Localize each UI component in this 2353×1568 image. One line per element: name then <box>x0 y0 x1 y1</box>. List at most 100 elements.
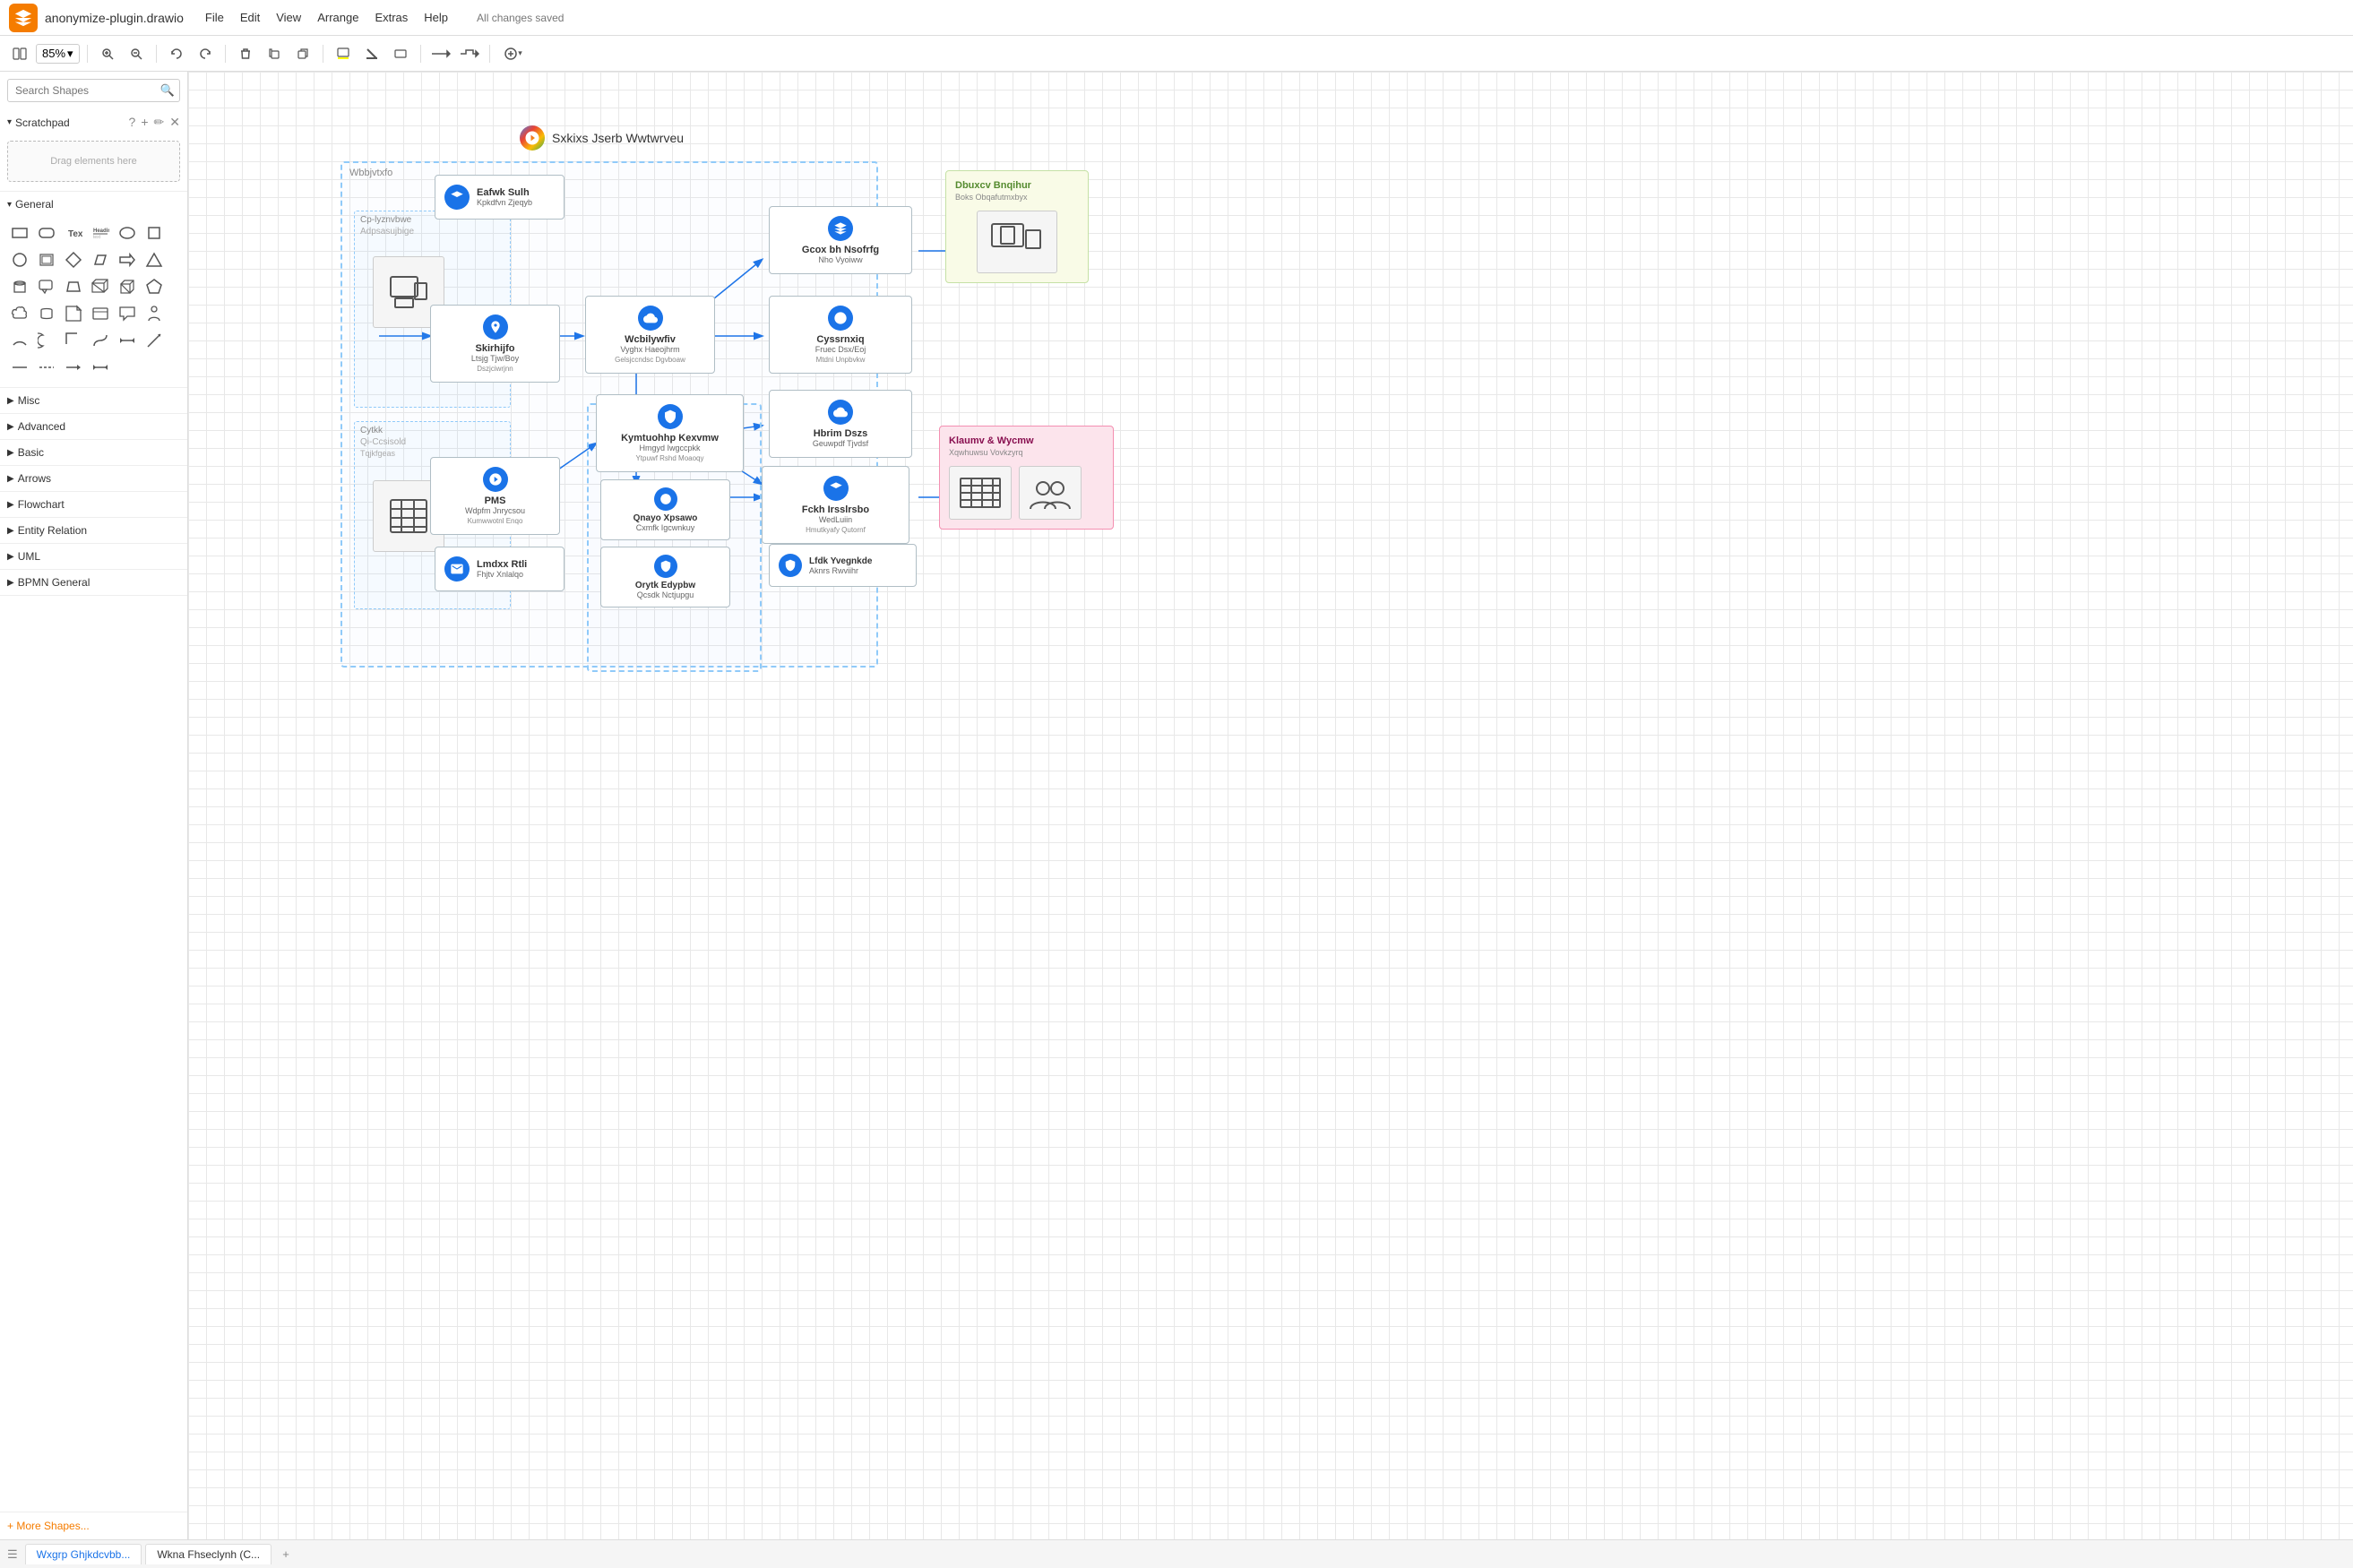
node-pms-icon <box>483 467 508 492</box>
shape-cube[interactable] <box>115 274 140 299</box>
misc-section-header[interactable]: ▶ Misc <box>0 388 187 413</box>
shape-rect-3d[interactable] <box>88 274 113 299</box>
canvas[interactable]: Sxkixs Jserb Wwtwrveu Wbbjvtxfo Cp-lyznv… <box>188 72 2353 1539</box>
node-skirhijfo-icon <box>483 314 508 340</box>
separator-5 <box>420 45 421 63</box>
entity-relation-section-header[interactable]: ▶ Entity Relation <box>0 518 187 543</box>
connection-style-btn[interactable] <box>428 41 453 66</box>
node-cyssrnxiq[interactable]: Cyssrnxiq Fruec Dsx/Eoj Mtdni Unpbvkw <box>769 296 912 374</box>
shape-arc[interactable] <box>7 328 32 353</box>
style-btn[interactable] <box>388 41 413 66</box>
tab-1[interactable]: Wxgrp Ghjkdcvbb... <box>25 1544 142 1564</box>
fill-color-btn[interactable] <box>331 41 356 66</box>
shape-diagonal-arrow[interactable] <box>142 328 167 353</box>
node-fckh[interactable]: Fckh Irsslrsbo WedLuiin Hmutkyafy Qutorn… <box>762 466 909 544</box>
shape-person[interactable] <box>142 301 167 326</box>
node-wcbilywfiv[interactable]: Wcbilywfiv Vyghx Haeojhrm Gelsjccndsc Dg… <box>585 296 715 374</box>
shape-callout[interactable] <box>34 274 59 299</box>
node-pms[interactable]: PMS Wdpfm Jnrycsou Kumwwotnl Enqo <box>430 457 560 535</box>
node-lmdxx-subtitle: Fhjtv Xnlalqo <box>477 570 527 579</box>
copy-btn[interactable] <box>262 41 287 66</box>
shape-pentagon[interactable] <box>142 274 167 299</box>
menu-arrange[interactable]: Arrange <box>310 7 366 28</box>
basic-section-header[interactable]: ▶ Basic <box>0 440 187 465</box>
shape-rounded-rect[interactable] <box>34 220 59 246</box>
shape-arrow-right[interactable] <box>115 247 140 272</box>
scratchpad-help-icon[interactable]: ? <box>129 115 136 130</box>
node-eafwk-subtitle: Kpkdfvn Zjeqyb <box>477 198 532 207</box>
shape-square[interactable] <box>142 220 167 246</box>
node-qnayo[interactable]: Qnayo Xpsawo Cxmfk Igcwnkuy <box>600 479 730 540</box>
shape-triangle[interactable] <box>142 247 167 272</box>
arrows-section-header[interactable]: ▶ Arrows <box>0 466 187 491</box>
shape-parallelogram[interactable] <box>88 247 113 272</box>
shape-text[interactable]: Text <box>61 220 86 246</box>
tab-add-btn[interactable]: + <box>275 1544 297 1565</box>
menu-view[interactable]: View <box>269 7 308 28</box>
shape-circle[interactable] <box>7 247 32 272</box>
paste-btn[interactable] <box>290 41 315 66</box>
shape-line[interactable] <box>7 355 32 380</box>
sidebar-toggle-btn[interactable] <box>7 41 32 66</box>
node-kymtuohhp[interactable]: Kymtuohhp Kexvmw Hmgyd Iwgccpkk Ytpuwf R… <box>596 394 744 472</box>
zoom-in-btn[interactable] <box>95 41 120 66</box>
zoom-out-btn[interactable] <box>124 41 149 66</box>
redo-btn[interactable] <box>193 41 218 66</box>
tab-2[interactable]: Wkna Fhseclynh (C... <box>145 1544 272 1564</box>
shape-heading[interactable]: Headingtext <box>88 220 113 246</box>
shape-comment[interactable] <box>115 301 140 326</box>
flowchart-section-header[interactable]: ▶ Flowchart <box>0 492 187 517</box>
shape-crescent[interactable] <box>34 328 59 353</box>
zoom-selector[interactable]: 85% ▾ <box>36 44 80 64</box>
green-box-label: Dbuxcv Bnqihur <box>955 180 1079 191</box>
canvas-container[interactable]: Sxkixs Jserb Wwtwrveu Wbbjvtxfo Cp-lyznv… <box>188 72 2353 1539</box>
menu-edit[interactable]: Edit <box>233 7 267 28</box>
menu-file[interactable]: File <box>198 7 231 28</box>
node-orytk-title: Orytk Edypbw <box>635 581 695 590</box>
shape-note[interactable] <box>61 301 86 326</box>
node-hbrim[interactable]: Hbrim Dszs Geuwpdf Tjvdsf <box>769 390 912 458</box>
advanced-section-header[interactable]: ▶ Advanced <box>0 414 187 439</box>
menu-help[interactable]: Help <box>417 7 455 28</box>
shape-cylinder[interactable] <box>7 274 32 299</box>
node-orytk[interactable]: Orytk Edypbw Qcsdk Nctjupgu <box>600 547 730 607</box>
shape-ellipse[interactable] <box>115 220 140 246</box>
node-eafwk-sulh[interactable]: Eafwk Sulh Kpkdfvn Zjeqyb <box>435 175 565 220</box>
shape-double-rect[interactable] <box>34 247 59 272</box>
node-lmdxx-rtli[interactable]: Lmdxx Rtli Fhjtv Xnlalqo <box>435 547 565 591</box>
shape-card[interactable] <box>88 301 113 326</box>
menu-extras[interactable]: Extras <box>367 7 415 28</box>
node-gcox[interactable]: Gcox bh Nsofrfg Nho Vyoiww <box>769 206 912 274</box>
shape-s-curve[interactable] <box>88 328 113 353</box>
shape-rectangle[interactable] <box>7 220 32 246</box>
shape-arrow-line[interactable] <box>61 355 86 380</box>
node-hbrim-icon <box>828 400 853 425</box>
uml-section-header[interactable]: ▶ UML <box>0 544 187 569</box>
delete-btn[interactable] <box>233 41 258 66</box>
undo-btn[interactable] <box>164 41 189 66</box>
node-lfdk[interactable]: Lfdk Yvegnkde Aknrs Rwviihr <box>769 544 917 587</box>
more-shapes-btn[interactable]: + More Shapes... <box>0 1512 187 1539</box>
line-color-btn[interactable] <box>359 41 384 66</box>
scratchpad-header[interactable]: ▾ Scratchpad ? + ✏ ✕ <box>0 109 187 135</box>
shape-double-arrow[interactable] <box>115 328 140 353</box>
shape-diamond[interactable] <box>61 247 86 272</box>
shape-partial-rect[interactable] <box>61 328 86 353</box>
search-input[interactable] <box>7 79 180 102</box>
insert-btn[interactable]: ▾ <box>497 41 530 66</box>
shape-cloud[interactable] <box>7 301 32 326</box>
shape-trapezoid[interactable] <box>61 274 86 299</box>
scratchpad-add-icon[interactable]: + <box>141 115 148 130</box>
node-skirhijfo-title: Skirhijfo <box>475 343 514 354</box>
shape-dashed-line[interactable] <box>34 355 59 380</box>
drag-elements-area[interactable]: Drag elements here <box>7 141 180 182</box>
shape-curved-rect[interactable] <box>34 301 59 326</box>
general-section-header[interactable]: ▾ General <box>0 192 187 217</box>
waypoint-style-btn[interactable] <box>457 41 482 66</box>
scratchpad-close-icon[interactable]: ✕ <box>169 115 180 130</box>
shape-double-arrow-line[interactable] <box>88 355 113 380</box>
tab-menu-icon[interactable]: ☰ <box>7 1547 18 1562</box>
scratchpad-edit-icon[interactable]: ✏ <box>154 115 165 130</box>
bpmn-section-header[interactable]: ▶ BPMN General <box>0 570 187 595</box>
node-skirhijfo[interactable]: Skirhijfo Ltsjg Tjw/Boy Dszjciwrjnn <box>430 305 560 383</box>
